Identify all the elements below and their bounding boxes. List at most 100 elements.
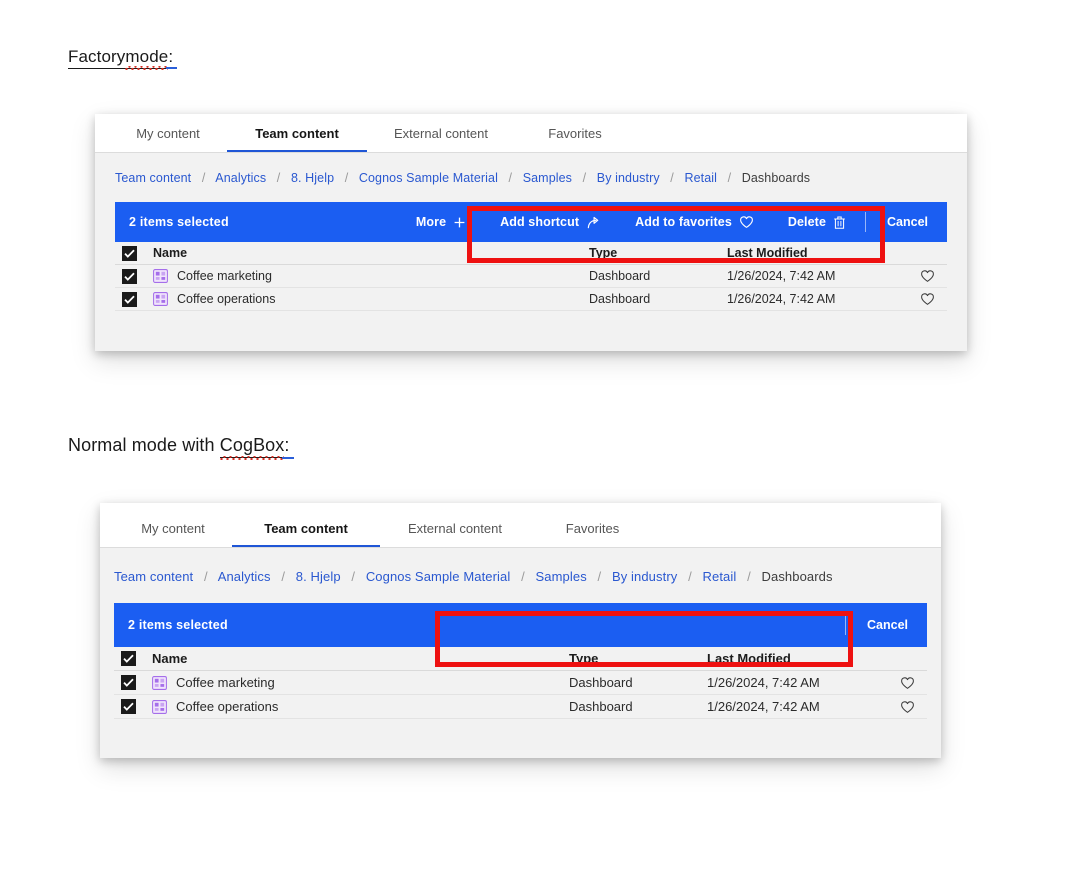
- heart-icon: [920, 293, 934, 305]
- breadcrumb-item-team-content[interactable]: Team content: [115, 171, 191, 185]
- table-row[interactable]: Coffee operations Dashboard 1/26/2024, 7…: [114, 695, 927, 719]
- breadcrumb-separator: /: [727, 171, 732, 185]
- add-to-favorites-button[interactable]: Add to favorites: [618, 202, 771, 242]
- breadcrumb-normal: Team content / Analytics / 8. Hjelp / Co…: [100, 548, 941, 584]
- tab-team-content[interactable]: Team content: [227, 126, 367, 152]
- row-select-cell: [114, 675, 152, 690]
- dashboard-icon: [153, 292, 168, 306]
- heading-factory-colon: :: [166, 47, 177, 69]
- breadcrumb-separator: /: [747, 569, 751, 584]
- breadcrumb-separator: /: [688, 569, 692, 584]
- heading-normal-plain: Normal mode with: [68, 435, 220, 455]
- tab-team-content[interactable]: Team content: [232, 521, 380, 547]
- breadcrumb-item-cognos-sample-material[interactable]: Cognos Sample Material: [366, 569, 511, 584]
- heart-icon: [900, 700, 914, 713]
- column-header-type[interactable]: Type: [569, 651, 707, 666]
- more-button[interactable]: More: [399, 202, 483, 242]
- select-all-checkbox[interactable]: [121, 651, 136, 666]
- breadcrumb-item-analytics[interactable]: Analytics: [215, 171, 266, 185]
- breadcrumb-item-samples[interactable]: Samples: [536, 569, 587, 584]
- heart-icon: [739, 215, 754, 229]
- select-all-checkbox[interactable]: [122, 245, 137, 261]
- breadcrumb-item-dashboards: Dashboards: [741, 171, 811, 185]
- selection-count-label: 2 items selected: [128, 618, 228, 632]
- cognos-panel-normal-mode: My content Team content External content…: [100, 503, 941, 758]
- row-name-cell: Coffee operations: [152, 699, 569, 714]
- row-checkbox[interactable]: [122, 291, 137, 307]
- row-favorite-toggle[interactable]: [887, 676, 927, 690]
- tab-my-content[interactable]: My content: [109, 126, 227, 152]
- add-to-favorites-label: Add to favorites: [635, 215, 732, 229]
- row-name-label: Coffee operations: [177, 292, 276, 306]
- row-favorite-toggle[interactable]: [907, 292, 947, 306]
- action-bar-divider: [845, 615, 846, 635]
- heading-normal-misspelled: CogBox: [219, 435, 285, 460]
- breadcrumb-separator: /: [351, 569, 356, 584]
- breadcrumb-item-retail[interactable]: Retail: [703, 569, 737, 584]
- cancel-button[interactable]: Cancel: [868, 215, 947, 229]
- cancel-button[interactable]: Cancel: [848, 618, 927, 632]
- tab-my-content[interactable]: My content: [114, 521, 232, 547]
- row-name-cell: Coffee marketing: [153, 269, 589, 283]
- add-shortcut-button[interactable]: Add shortcut: [483, 202, 618, 242]
- heart-icon: [920, 270, 934, 282]
- panel-body-factory: Team content / Analytics / 8. Hjelp / Co…: [95, 153, 967, 351]
- row-type-label: Dashboard: [589, 292, 651, 306]
- row-favorite-toggle[interactable]: [887, 700, 927, 714]
- row-name-cell: Coffee marketing: [152, 675, 569, 690]
- row-name-label: Coffee marketing: [177, 269, 272, 283]
- row-last-modified-label: 1/26/2024, 7:42 AM: [727, 269, 836, 283]
- table-row[interactable]: Coffee marketing Dashboard 1/26/2024, 7:…: [114, 671, 927, 695]
- row-select-cell: [115, 291, 153, 307]
- breadcrumb-item-samples[interactable]: Samples: [523, 171, 572, 185]
- breadcrumb-item-team-content[interactable]: Team content: [114, 569, 193, 584]
- breadcrumb-item-hjelp[interactable]: 8. Hjelp: [291, 171, 334, 185]
- add-shortcut-label: Add shortcut: [500, 215, 580, 229]
- breadcrumb-separator: /: [276, 171, 281, 185]
- content-tabs-normal: My content Team content External content…: [100, 503, 941, 547]
- more-button-label: More: [415, 215, 447, 229]
- delete-button[interactable]: Delete: [771, 202, 863, 242]
- dashboard-icon: [152, 699, 167, 714]
- breadcrumb-item-retail[interactable]: Retail: [684, 171, 717, 185]
- table-row[interactable]: Coffee operations Dashboard 1/26/2024, 7…: [115, 288, 947, 311]
- breadcrumb-item-by-industry[interactable]: By industry: [612, 569, 677, 584]
- row-favorite-toggle[interactable]: [907, 269, 947, 283]
- row-name-label: Coffee operations: [176, 699, 279, 714]
- row-checkbox[interactable]: [121, 699, 136, 714]
- row-last-modified-label: 1/26/2024, 7:42 AM: [707, 699, 820, 714]
- breadcrumb-item-cognos-sample-material[interactable]: Cognos Sample Material: [359, 171, 498, 185]
- breadcrumb-item-hjelp[interactable]: 8. Hjelp: [296, 569, 341, 584]
- breadcrumb-separator: /: [582, 171, 587, 185]
- column-header-last-modified[interactable]: Last Modified: [727, 246, 907, 260]
- tab-external-content[interactable]: External content: [367, 126, 515, 152]
- tab-favorites[interactable]: Favorites: [530, 521, 655, 547]
- tab-external-content[interactable]: External content: [380, 521, 530, 547]
- column-header-name[interactable]: Name: [153, 246, 589, 260]
- cognos-panel-factory-mode: My content Team content External content…: [95, 114, 967, 351]
- page-title-normal-mode: Normal mode with CogBox :: [68, 435, 294, 460]
- column-header-last-modified[interactable]: Last Modified: [707, 651, 887, 666]
- row-checkbox[interactable]: [121, 675, 136, 690]
- content-table-factory: Name Type Last Modified Coffee marketing…: [115, 242, 947, 329]
- column-header-name[interactable]: Name: [152, 651, 569, 666]
- selection-action-bar-factory: 2 items selected More Add shortcut Add t…: [115, 202, 947, 242]
- trash-icon: [833, 215, 846, 230]
- breadcrumb-item-analytics[interactable]: Analytics: [218, 569, 271, 584]
- breadcrumb-item-by-industry[interactable]: By industry: [597, 171, 660, 185]
- tab-favorites[interactable]: Favorites: [515, 126, 635, 152]
- row-select-cell: [115, 268, 153, 284]
- breadcrumb-separator: /: [508, 171, 513, 185]
- shortcut-icon: [586, 215, 601, 230]
- heading-factory-plain: Factory: [68, 47, 126, 66]
- action-bar-divider: [865, 212, 866, 232]
- row-name-cell: Coffee operations: [153, 292, 589, 306]
- selection-action-bar-normal: 2 items selected Cancel: [114, 603, 927, 647]
- row-type-label: Dashboard: [569, 699, 633, 714]
- table-filler: [114, 719, 927, 741]
- row-last-modified-label: 1/26/2024, 7:42 AM: [707, 675, 820, 690]
- row-checkbox[interactable]: [122, 268, 137, 284]
- table-row[interactable]: Coffee marketing Dashboard 1/26/2024, 7:…: [115, 265, 947, 288]
- table-filler: [115, 311, 947, 329]
- column-header-type[interactable]: Type: [589, 246, 727, 260]
